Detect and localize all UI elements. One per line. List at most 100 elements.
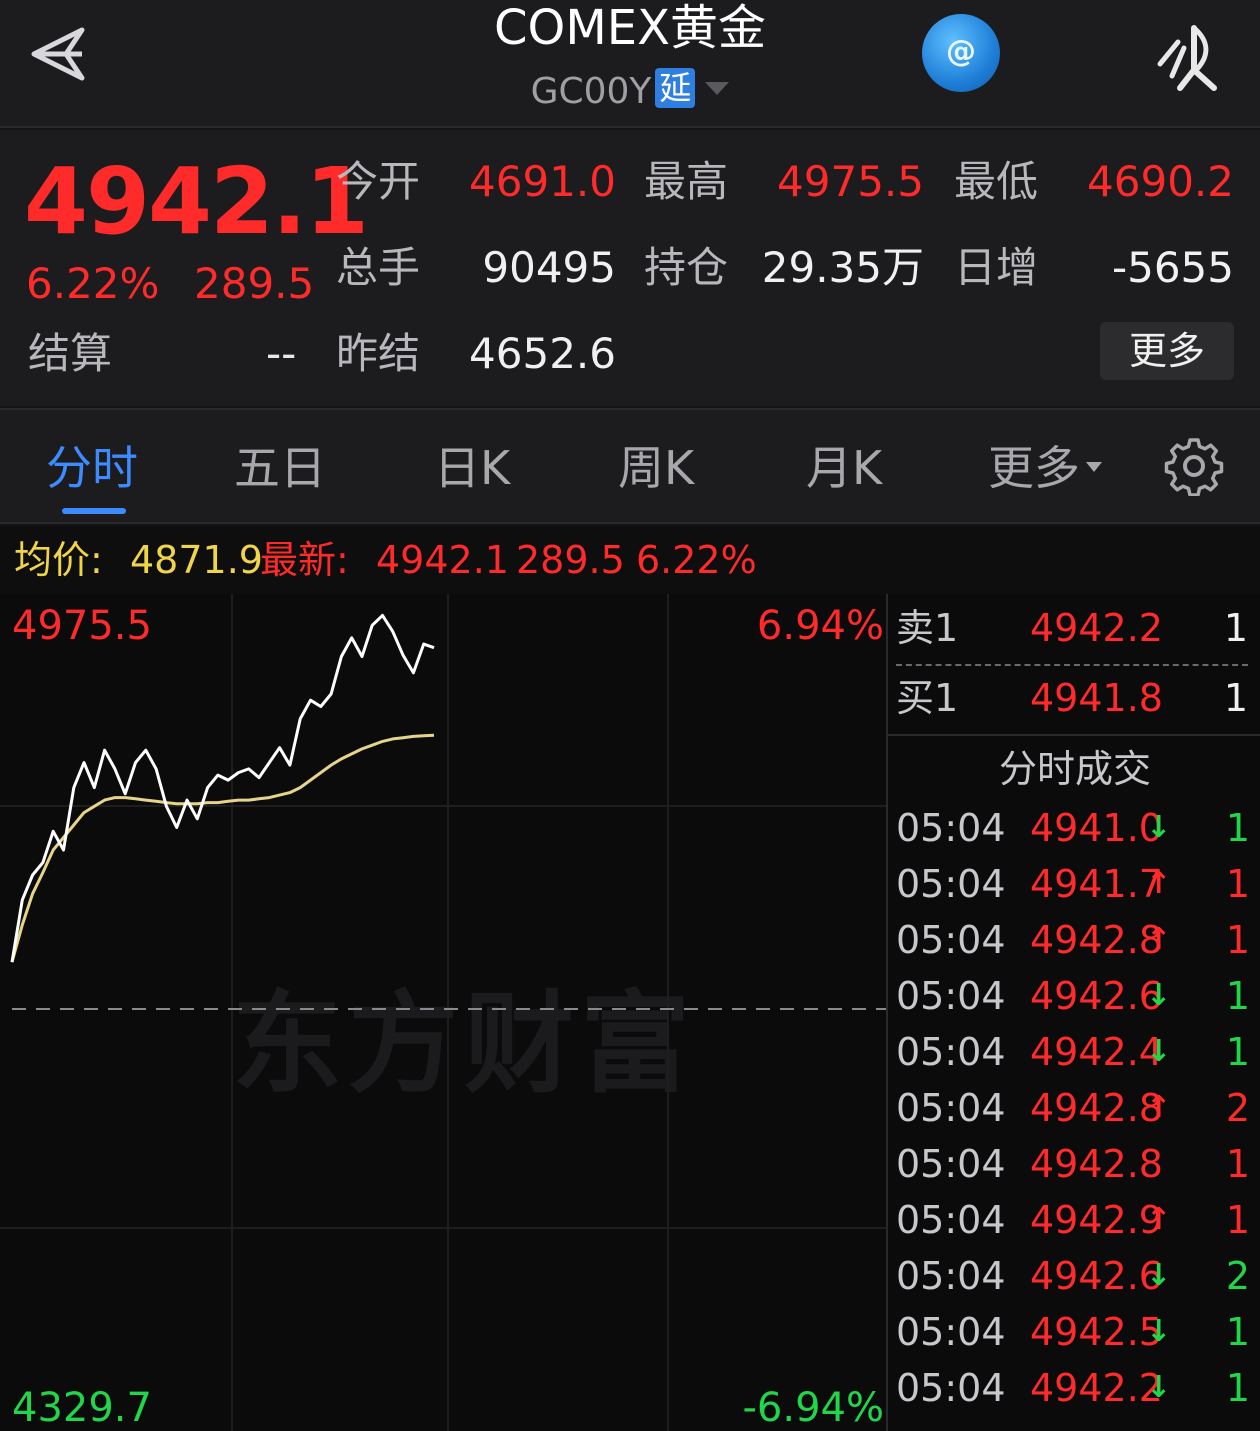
down-arrow-icon: ↓ [1146, 1258, 1172, 1293]
prev-settle-label: 昨结 [336, 329, 421, 378]
tick-time: 05:04 [896, 806, 1006, 850]
delay-badge: 延 [655, 68, 696, 108]
price-info-bar: 均价: 4871.9 最新: 4942.1 289.5 6.22% [0, 526, 1260, 594]
y-axis-min-label: 4329.7 [12, 1385, 152, 1431]
tick-volume: 2 [1225, 1254, 1250, 1298]
latest-change-percent: 6.22% [636, 538, 757, 582]
open-label: 今开 [336, 157, 421, 206]
open-interest-label: 持仓 [644, 243, 729, 292]
tab-more-label: 更多 [988, 441, 1080, 495]
ask-volume: 1 [1223, 606, 1248, 650]
tick-volume: 1 [1225, 1030, 1250, 1074]
tick-price: 4942.6 [1030, 974, 1163, 1018]
ask-price: 4942.2 [1030, 606, 1163, 650]
tick-time: 05:04 [896, 862, 1006, 906]
up-arrow-icon: ↑ [1146, 922, 1172, 957]
down-arrow-icon: ↓ [1146, 978, 1172, 1013]
tick-time: 05:04 [896, 1254, 1006, 1298]
tick-price: 4942.8 [1030, 1142, 1163, 1186]
latest-label: 最新: [260, 538, 349, 582]
tick-row: 05:04 4942.6 ↓ 2 [888, 1248, 1260, 1304]
intraday-chart-svg [0, 594, 886, 1431]
high-value: 4975.5 [777, 157, 924, 206]
low-value: 4690.2 [1087, 157, 1234, 206]
tick-price: 4942.9 [1030, 1198, 1163, 1242]
tick-row: 05:04 4942.2 ↓ 1 [888, 1360, 1260, 1416]
tick-volume: 1 [1225, 918, 1250, 962]
low-label: 最低 [954, 157, 1039, 206]
tick-volume: 1 [1225, 974, 1250, 1018]
tick-time: 05:04 [896, 918, 1006, 962]
down-arrow-icon: ↓ [1146, 1314, 1172, 1349]
tick-volume: 1 [1225, 806, 1250, 850]
tick-price: 4941.7 [1030, 862, 1163, 906]
daily-increase-value: -5655 [1111, 243, 1234, 292]
volume-label: 总手 [336, 243, 421, 292]
tick-volume: 1 [1225, 1142, 1250, 1186]
ask-row: 卖1 4942.2 1 [888, 594, 1260, 664]
tick-row: 05:04 4941.0 ↓ 1 [888, 800, 1260, 856]
tick-price: 4942.8 [1030, 1086, 1163, 1130]
open-value: 4691.0 [469, 157, 616, 206]
tick-row: 05:04 4942.8 1 [888, 1136, 1260, 1192]
down-arrow-icon: ↓ [1146, 1370, 1172, 1405]
more-quote-button[interactable]: 更多 [1100, 322, 1234, 380]
tab-five-day[interactable]: 五日 [234, 438, 326, 498]
up-arrow-icon: ↑ [1146, 1202, 1172, 1237]
tick-volume: 1 [1225, 1198, 1250, 1242]
book-divider [888, 734, 1260, 736]
tick-time: 05:04 [896, 1198, 1006, 1242]
tick-price: 4942.6 [1030, 1254, 1163, 1298]
high-label: 最高 [644, 157, 729, 206]
bid-volume: 1 [1223, 676, 1248, 720]
tick-row: 05:04 4942.8 ↑ 1 [888, 912, 1260, 968]
tick-time: 05:04 [896, 1310, 1006, 1354]
tick-row: 05:04 4942.9 ↑ 1 [888, 1192, 1260, 1248]
change-percent: 6.22% [26, 259, 160, 308]
tab-daily-k[interactable]: 日K [434, 438, 510, 498]
tick-time: 05:04 [896, 1086, 1006, 1130]
quote-panel: 4942.1 6.22% 289.5 结算 -- 今开 4691.0 最高 49… [0, 130, 1260, 406]
tick-volume: 1 [1225, 862, 1250, 906]
tick-time: 05:04 [896, 1030, 1006, 1074]
tab-more-caret-icon [1086, 462, 1102, 472]
dropdown-caret-icon [705, 82, 730, 95]
avg-price-label: 均价: [14, 538, 103, 582]
average-price-line [10, 733, 435, 963]
globe-icon[interactable]: @ [922, 14, 1000, 92]
settle-value: -- [266, 329, 297, 378]
tab-monthly-k[interactable]: 月K [806, 438, 882, 498]
drawing-tool-icon[interactable] [1150, 18, 1230, 98]
tick-price: 4942.5 [1030, 1310, 1163, 1354]
prev-settle-value: 4652.6 [469, 329, 616, 378]
latest-value: 4942.1 [376, 538, 509, 582]
tab-weekly-k[interactable]: 周K [618, 438, 694, 498]
avg-price-value: 4871.9 [130, 538, 263, 582]
y-axis-max-label: 4975.5 [12, 603, 152, 649]
tick-time: 05:04 [896, 1366, 1006, 1410]
tick-row: 05:04 4942.5 ↓ 1 [888, 1304, 1260, 1360]
down-arrow-icon: ↓ [1146, 1034, 1172, 1069]
bid-row: 买1 4941.8 1 [888, 664, 1260, 734]
tick-time: 05:04 [896, 1142, 1006, 1186]
tick-time: 05:04 [896, 974, 1006, 1018]
settle-label: 结算 [28, 329, 113, 378]
tab-more[interactable]: 更多 [988, 438, 1102, 498]
open-interest-value: 29.35万 [761, 243, 924, 292]
chart-period-tabs: 分时 五日 日K 周K 月K 更多 [0, 408, 1260, 524]
last-price: 4942.1 [24, 148, 369, 255]
page-title: COMEX黄金 [494, 0, 766, 56]
contract-selector[interactable]: GC00Y 延 [0, 68, 1260, 116]
tick-row: 05:04 4941.7 ↑ 1 [888, 856, 1260, 912]
tab-intraday[interactable]: 分时 [46, 438, 138, 498]
tick-price: 4942.4 [1030, 1030, 1163, 1074]
order-book-panel: 卖1 4942.2 1 买1 4941.8 1 分时成交 05:04 4941.0… [886, 594, 1260, 1431]
tick-row: 05:04 4942.6 ↓ 1 [888, 968, 1260, 1024]
daily-increase-label: 日增 [954, 243, 1039, 292]
gear-icon[interactable] [1164, 436, 1224, 496]
change-amount: 289.5 [194, 259, 315, 308]
tick-price: 4942.2 [1030, 1366, 1163, 1410]
tick-price: 4941.0 [1030, 806, 1163, 850]
y-axis-min-percent: -6.94% [742, 1385, 884, 1431]
intraday-chart[interactable]: 东方财富 4975.5 6.94% 4329.7 -6.94% [0, 594, 886, 1431]
